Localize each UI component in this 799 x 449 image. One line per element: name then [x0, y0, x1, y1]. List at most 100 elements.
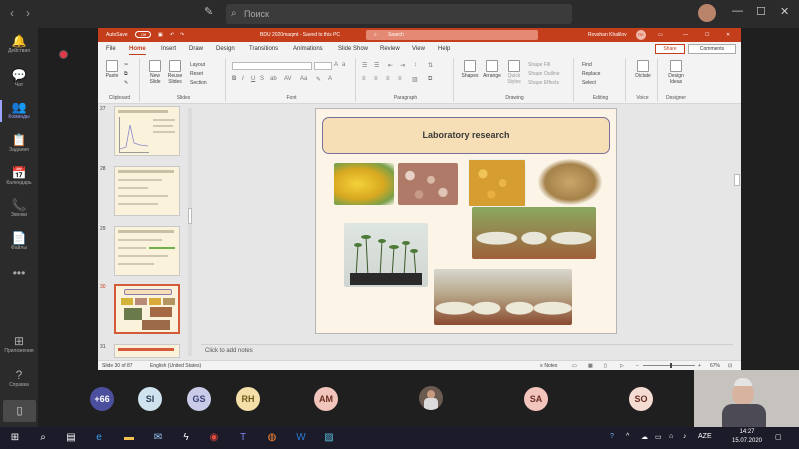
tab-insert[interactable]: Insert — [161, 46, 176, 52]
slide-thumbnail[interactable] — [114, 166, 180, 216]
petri-dishes-photo-1[interactable] — [472, 207, 596, 259]
word-icon[interactable]: W — [294, 431, 308, 445]
comments-button[interactable]: Comments — [688, 44, 736, 54]
underline-icon[interactable]: U — [251, 76, 255, 82]
plant-seedlings-photo[interactable] — [344, 223, 428, 287]
replace-button[interactable]: Replace — [582, 71, 600, 77]
mail-icon[interactable]: ✉ — [151, 431, 165, 445]
participant-avatar[interactable]: SO — [629, 387, 653, 411]
chevron-up-icon[interactable]: ^ — [626, 433, 629, 440]
user-avatar[interactable] — [698, 4, 716, 22]
file-explorer-icon[interactable]: ▬ — [122, 431, 136, 445]
close-icon[interactable]: ✕ — [780, 5, 789, 18]
highlight-icon[interactable]: ✎ — [316, 76, 321, 83]
participant-avatar[interactable]: SA — [524, 387, 548, 411]
maximize-icon[interactable]: ☐ — [705, 32, 709, 38]
slideshow-icon[interactable]: ▷ — [620, 363, 624, 369]
find-button[interactable]: Find — [582, 62, 592, 68]
help-tray-icon[interactable]: ? — [610, 433, 614, 440]
notes-toggle[interactable]: ≡ Notes — [540, 363, 557, 369]
autosave-toggle[interactable]: Off — [135, 31, 151, 38]
tab-design[interactable]: Design — [216, 46, 235, 52]
edge-icon[interactable]: e — [92, 431, 106, 445]
rail-item-chat[interactable]: 💬 Чат — [0, 68, 38, 88]
minimize-icon[interactable]: — — [732, 5, 743, 17]
back-arrow-icon[interactable]: ‹ — [10, 6, 14, 20]
thumbnails-scrollbar[interactable] — [188, 108, 192, 356]
slide-thumbnail[interactable] — [114, 226, 180, 276]
italic-icon[interactable]: I — [242, 76, 244, 82]
fit-slide-icon[interactable]: ⊡ — [728, 363, 732, 369]
slide-sorter-icon[interactable]: ▦ — [588, 363, 593, 369]
user-initials-badge[interactable]: RK — [636, 30, 646, 40]
rail-item-teams[interactable]: 👥 Команды — [0, 100, 38, 122]
numbering-icon[interactable]: ☰ — [374, 62, 379, 69]
shape-effects-button[interactable]: Shape Effects — [528, 80, 559, 86]
font-name-select[interactable] — [232, 62, 312, 70]
windows-start-icon[interactable]: ⊞ — [8, 431, 22, 445]
battery-icon[interactable]: ▭ — [655, 433, 662, 441]
char-spacing-icon[interactable]: AV — [284, 76, 292, 82]
share-button[interactable]: Share — [655, 44, 685, 54]
change-case-icon[interactable]: Aa — [300, 76, 307, 82]
redo-icon[interactable]: ↷ — [180, 32, 184, 38]
zoom-in-icon[interactable]: + — [698, 363, 701, 369]
zoom-slider-thumb[interactable] — [670, 363, 672, 368]
bullets-icon[interactable]: ☰ — [362, 62, 367, 69]
tab-help[interactable]: Help — [438, 46, 450, 52]
shape-outline-button[interactable]: Shape Outline — [528, 71, 560, 77]
paste-button[interactable]: Paste — [104, 60, 120, 79]
tab-file[interactable]: File — [106, 46, 116, 52]
maximize-icon[interactable]: ☐ — [756, 5, 766, 18]
tab-transitions[interactable]: Transitions — [249, 46, 278, 52]
slide-thumbnail-selected[interactable] — [114, 284, 180, 334]
rail-item-files[interactable]: 📄 Файлы — [0, 231, 38, 251]
rail-item-apps[interactable]: ⊞ Приложения — [0, 334, 38, 354]
close-icon[interactable]: ✕ — [726, 32, 730, 38]
current-slide[interactable]: Laboratory research — [315, 108, 617, 334]
self-video-tile[interactable] — [694, 370, 799, 427]
task-view-icon[interactable]: ▤ — [64, 431, 78, 445]
strikethrough-icon[interactable]: ab — [270, 76, 277, 82]
participant-avatar[interactable]: AM — [314, 387, 338, 411]
notifications-icon[interactable]: ▢ — [775, 433, 782, 441]
slide-scrollbar[interactable] — [733, 104, 741, 358]
petri-dishes-photo-2[interactable] — [434, 269, 572, 325]
font-size-select[interactable] — [314, 62, 332, 70]
tab-review[interactable]: Review — [380, 46, 400, 52]
design-ideas-button[interactable]: Design Ideas — [664, 60, 688, 85]
align-right-icon[interactable]: ≡ — [386, 76, 390, 82]
shadow-icon[interactable]: S — [260, 76, 264, 82]
rail-item-calendar[interactable]: 📅 Календарь — [0, 166, 38, 186]
bold-icon[interactable]: B — [232, 76, 236, 82]
cloud-icon[interactable]: ☁ — [641, 433, 648, 441]
reuse-slides-button[interactable]: Reuse Slides — [166, 60, 184, 85]
zoom-out-icon[interactable]: − — [636, 363, 639, 369]
undo-icon[interactable]: ↶ — [170, 32, 174, 38]
participant-overflow[interactable]: +66 — [90, 387, 114, 411]
new-slide-button[interactable]: New Slide — [146, 60, 164, 85]
arrange-button[interactable]: Arrange — [482, 60, 502, 79]
reading-view-icon[interactable]: ▯ — [604, 363, 607, 369]
tab-animations[interactable]: Animations — [293, 46, 323, 52]
search-icon[interactable]: ⌕ — [36, 431, 50, 445]
chrome-icon[interactable]: ◉ — [207, 431, 221, 445]
minimize-icon[interactable]: — — [683, 32, 688, 38]
columns-icon[interactable]: ▥ — [412, 76, 418, 83]
pulse-icon[interactable]: ϟ — [179, 431, 193, 445]
dictate-button[interactable]: Dictate — [632, 60, 654, 79]
keyboard-language[interactable]: AZE — [698, 433, 712, 440]
notes-pane[interactable]: Click to add notes — [201, 344, 733, 358]
shrink-font-icon[interactable]: a — [342, 62, 345, 68]
volume-icon[interactable]: ♪ — [683, 433, 687, 440]
rail-item-help[interactable]: ? Справка — [0, 368, 38, 388]
forward-arrow-icon[interactable]: › — [26, 6, 30, 20]
wheat-photo[interactable] — [538, 159, 602, 205]
zoom-slider[interactable] — [643, 365, 695, 366]
justify-icon[interactable]: ≡ — [398, 76, 402, 82]
network-icon[interactable]: ⌂ — [669, 433, 673, 440]
line-spacing-icon[interactable]: ↕ — [414, 62, 417, 68]
language-indicator[interactable]: English (United States) — [150, 363, 201, 369]
participant-photo[interactable] — [419, 386, 443, 410]
decrease-indent-icon[interactable]: ⇤ — [388, 62, 393, 69]
